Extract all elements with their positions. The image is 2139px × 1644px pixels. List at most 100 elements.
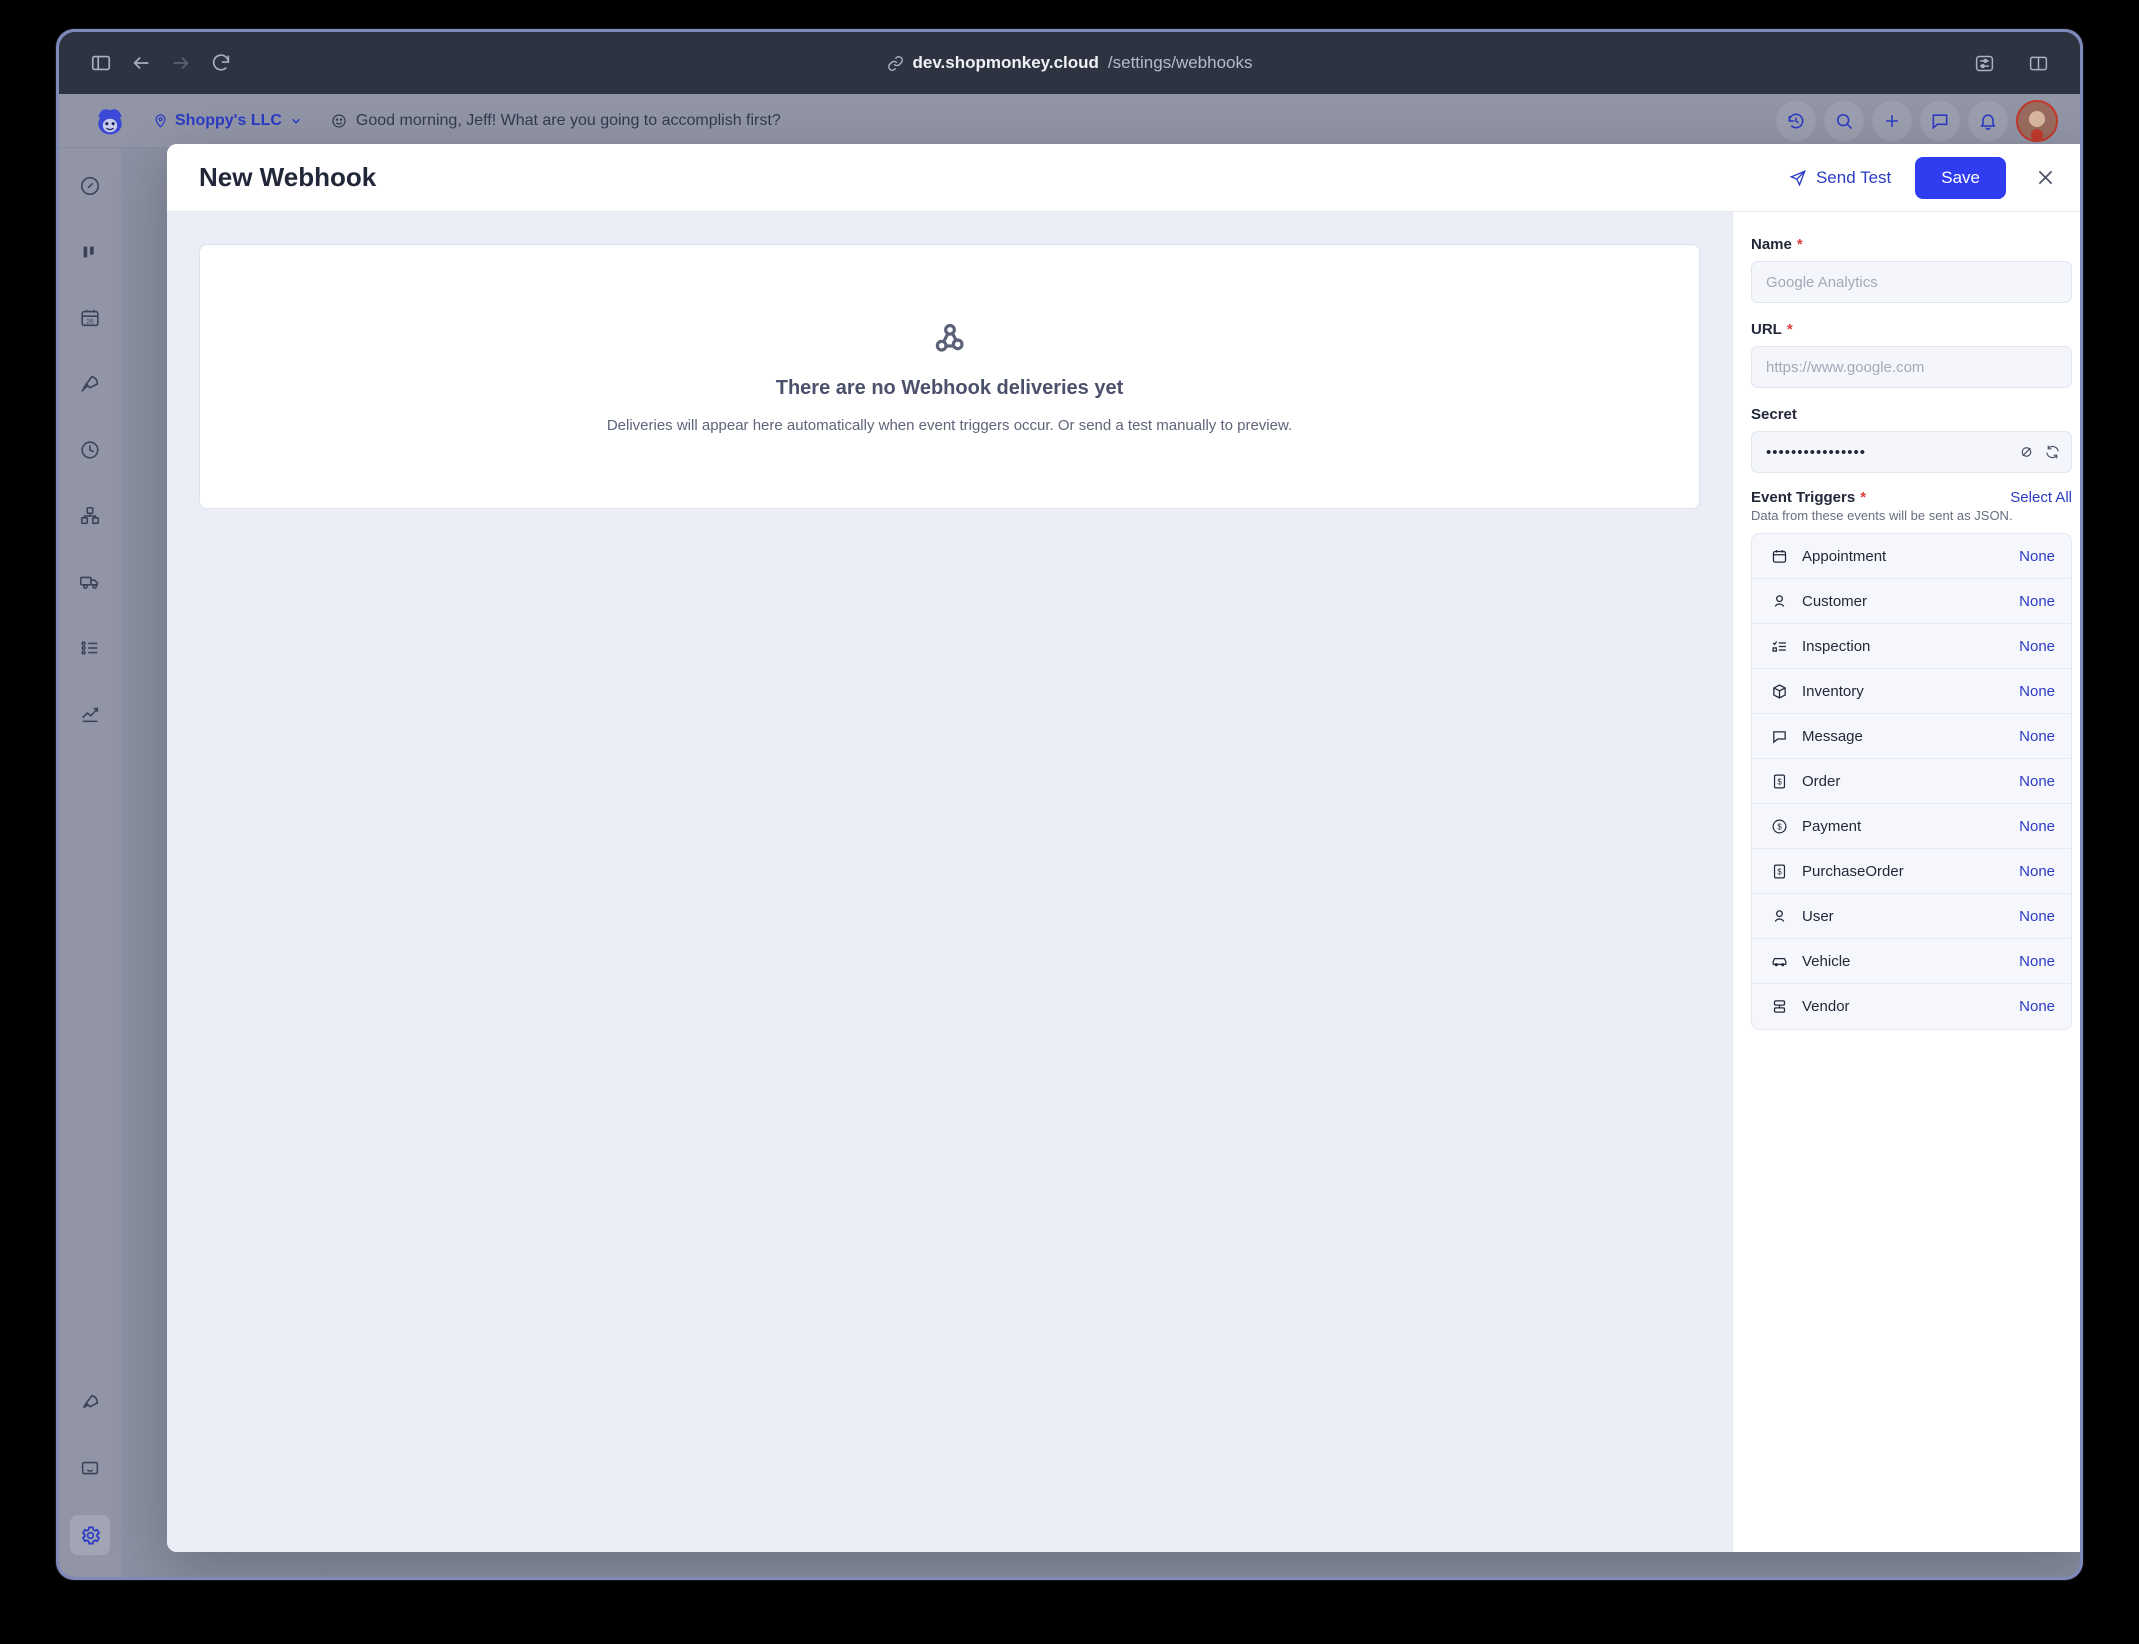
vendor-icon xyxy=(1768,998,1790,1015)
trigger-value[interactable]: None xyxy=(2019,548,2055,565)
user-icon xyxy=(1768,908,1790,925)
trigger-label: Customer xyxy=(1802,592,1868,610)
empty-state-subtitle: Deliveries will appear here automaticall… xyxy=(606,417,1293,434)
browser-inner: dev.shopmonkey.cloud /settings/webhooks xyxy=(59,32,2080,1577)
trigger-value[interactable]: None xyxy=(2019,728,2055,745)
trigger-value[interactable]: None xyxy=(2019,683,2055,700)
chat-icon[interactable] xyxy=(1920,100,1960,141)
sidebar-item-calendar[interactable]: 26 xyxy=(70,298,110,338)
secret-label: Secret xyxy=(1751,406,2072,423)
secret-field-actions xyxy=(2018,444,2061,461)
save-button[interactable]: Save xyxy=(1915,156,2006,199)
name-input[interactable] xyxy=(1751,261,2072,303)
forward-icon[interactable] xyxy=(161,43,201,83)
send-test-button[interactable]: Send Test xyxy=(1783,162,1897,194)
app-topbar: Shoppy's LLC Good morning, Jeff! What ar… xyxy=(59,94,2080,148)
trigger-label: Payment xyxy=(1802,817,1862,835)
calendar-icon xyxy=(1768,548,1790,565)
app-top-icons xyxy=(1776,99,2058,142)
history-icon[interactable] xyxy=(1776,100,1816,141)
eye-off-icon[interactable] xyxy=(2018,444,2035,461)
trigger-row[interactable]: Inventory None xyxy=(1752,669,2071,714)
app-logo[interactable] xyxy=(79,103,141,139)
app-sidebar-rail-bottom xyxy=(59,1383,121,1555)
url-input[interactable] xyxy=(1751,346,2072,388)
svg-text:$: $ xyxy=(1777,867,1782,876)
svg-text:$: $ xyxy=(1777,822,1782,831)
shop-selector[interactable]: Shoppy's LLC xyxy=(153,112,303,130)
app-sidebar-rail: 26 xyxy=(59,148,121,1577)
svg-text:$: $ xyxy=(1777,777,1782,786)
url-domain: dev.shopmonkey.cloud xyxy=(912,53,1099,72)
trigger-row[interactable]: Inspection None xyxy=(1752,624,2071,669)
trigger-label: Inspection xyxy=(1802,637,1871,655)
browser-toolbar-right xyxy=(1964,43,2058,83)
sidebar-item-reports[interactable] xyxy=(70,694,110,734)
trigger-label: PurchaseOrder xyxy=(1802,862,1904,880)
sidebar-item-workflow[interactable] xyxy=(70,496,110,536)
trigger-value[interactable]: None xyxy=(2019,638,2055,655)
sidebar-item-clock[interactable] xyxy=(70,430,110,470)
greeting-text: Good morning, Jeff! What are you going t… xyxy=(355,111,781,129)
event-triggers-label: Event Triggers * xyxy=(1751,489,1866,506)
deliveries-empty-state: There are no Webhook deliveries yet Deli… xyxy=(199,244,1700,509)
name-label-text: Name xyxy=(1751,236,1792,253)
location-pin-icon xyxy=(155,114,166,128)
webhook-icon xyxy=(930,319,970,359)
sidebar-item-whats-new[interactable] xyxy=(70,1383,110,1423)
refresh-icon[interactable] xyxy=(2044,444,2061,461)
trigger-value[interactable]: None xyxy=(2019,593,2055,610)
trigger-row[interactable]: Customer None xyxy=(1752,579,2071,624)
sidebar-item-list[interactable] xyxy=(70,628,110,668)
browser-toolbar: dev.shopmonkey.cloud /settings/webhooks xyxy=(59,32,2080,94)
trigger-row[interactable]: Vendor None xyxy=(1752,984,2071,1029)
secret-field-wrapper xyxy=(1751,431,2072,473)
sidebar-item-fleet[interactable] xyxy=(70,562,110,602)
sidebar-item-support[interactable] xyxy=(70,1449,110,1489)
trigger-row[interactable]: Vehicle None xyxy=(1752,939,2071,984)
message-icon xyxy=(1768,728,1790,745)
reload-icon[interactable] xyxy=(201,43,241,83)
checklist-icon xyxy=(1768,638,1790,655)
tab-overview-icon[interactable] xyxy=(2018,43,2058,83)
trigger-value[interactable]: None xyxy=(2019,908,2055,925)
trigger-row[interactable]: User None xyxy=(1752,894,2071,939)
webhook-form-pane: Name * URL * Secret xyxy=(1732,212,2080,1552)
sidebar-item-settings[interactable] xyxy=(70,1515,110,1555)
sidebar-item-board[interactable] xyxy=(70,232,110,272)
trigger-value[interactable]: None xyxy=(2019,998,2055,1015)
invoice-icon: $ xyxy=(1768,863,1790,880)
trigger-row[interactable]: $ Payment None xyxy=(1752,804,2071,849)
trigger-value[interactable]: None xyxy=(2019,773,2055,790)
secret-label-text: Secret xyxy=(1751,406,1797,423)
plus-icon[interactable] xyxy=(1872,100,1912,141)
smiley-icon xyxy=(332,113,346,128)
trigger-value[interactable]: None xyxy=(2019,818,2055,835)
search-icon[interactable] xyxy=(1824,100,1864,141)
greeting: Good morning, Jeff! What are you going t… xyxy=(331,112,781,130)
user-icon xyxy=(1768,593,1790,610)
svg-text:26: 26 xyxy=(86,319,94,326)
browser-window: dev.shopmonkey.cloud /settings/webhooks xyxy=(56,29,2083,1580)
extensions-icon[interactable] xyxy=(1964,43,2004,83)
trigger-row[interactable]: $ Order None xyxy=(1752,759,2071,804)
sidebar-toggle-icon[interactable] xyxy=(81,43,121,83)
sidebar-item-rocket[interactable] xyxy=(70,364,110,404)
back-icon[interactable] xyxy=(121,43,161,83)
avatar[interactable] xyxy=(2016,99,2058,142)
close-icon[interactable] xyxy=(2028,161,2062,195)
trigger-value[interactable]: None xyxy=(2019,863,2055,880)
bell-icon[interactable] xyxy=(1968,100,2008,141)
trigger-label: Appointment xyxy=(1802,547,1887,565)
trigger-row[interactable]: Appointment None xyxy=(1752,534,2071,579)
url-label-text: URL xyxy=(1751,321,1782,338)
trigger-row[interactable]: Message None xyxy=(1752,714,2071,759)
link-icon xyxy=(887,55,904,72)
name-label: Name * xyxy=(1751,236,2072,253)
select-all-button[interactable]: Select All xyxy=(2010,489,2072,506)
sidebar-item-dashboard[interactable] xyxy=(70,166,110,206)
trigger-value[interactable]: None xyxy=(2019,953,2055,970)
trigger-row[interactable]: $ PurchaseOrder None xyxy=(1752,849,2071,894)
url-bar[interactable]: dev.shopmonkey.cloud /settings/webhooks xyxy=(887,53,1253,73)
empty-state-title: There are no Webhook deliveries yet xyxy=(775,377,1124,399)
